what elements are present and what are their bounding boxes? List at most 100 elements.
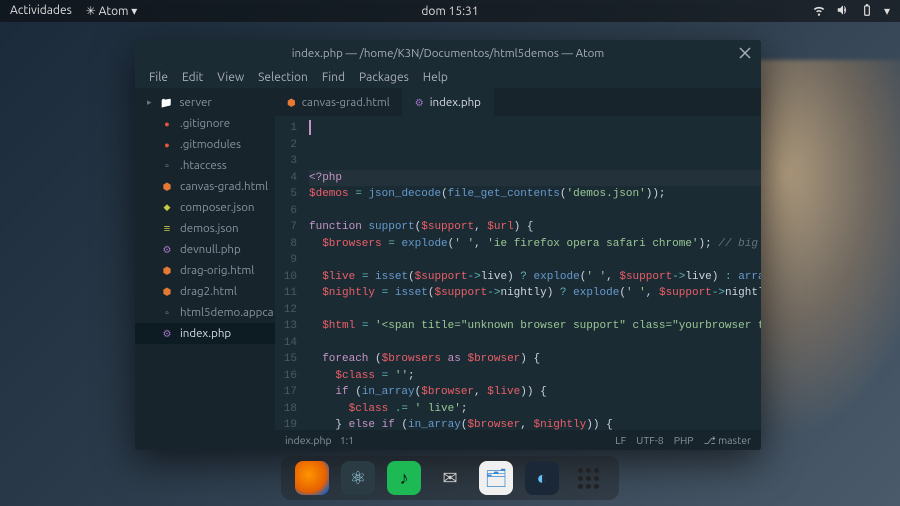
line-number: 18 [275, 401, 297, 418]
git-icon [161, 119, 173, 129]
chevron-right-icon: ▸ [147, 97, 152, 108]
status-git-branch[interactable]: ⎇ master [704, 434, 751, 447]
line-number: 12 [275, 302, 297, 319]
window-titlebar[interactable]: index.php — /home/K3N/Documentos/html5de… [135, 40, 761, 66]
php-icon [161, 328, 173, 340]
tree-file-label: .gitmodules [180, 138, 241, 151]
dock-atom[interactable]: ⚛ [341, 461, 375, 495]
line-number: 5 [275, 186, 297, 203]
code-line: function support($support, $url) { [309, 219, 761, 236]
code-line: <?php [309, 170, 761, 187]
tab-label: canvas-grad.html [302, 96, 390, 109]
tree-file-label: .htaccess [180, 159, 227, 172]
status-cursor-position[interactable]: 1:1 [340, 434, 354, 446]
line-number: 6 [275, 203, 297, 220]
tree-folder-label: server [180, 96, 212, 109]
file-tree[interactable]: ▸ server .gitignore .gitmodules .htaccess c… [135, 88, 275, 450]
clock[interactable]: dom 15:31 [421, 5, 478, 18]
git-icon [161, 140, 173, 150]
line-number: 16 [275, 368, 297, 385]
tree-file[interactable]: composer.json [135, 197, 275, 218]
code-line: $demos = json_decode(file_get_contents('… [309, 186, 761, 203]
atom-window: index.php — /home/K3N/Documentos/html5de… [135, 40, 761, 450]
code-line [309, 335, 761, 352]
dock-thunderbird[interactable]: ✉ [433, 461, 467, 495]
shield-icon [161, 202, 173, 213]
line-number: 13 [275, 318, 297, 335]
wifi-icon[interactable] [812, 3, 826, 20]
tree-file[interactable]: drag-orig.html [135, 260, 275, 281]
line-number: 14 [275, 335, 297, 352]
line-number: 4 [275, 170, 297, 187]
menu-selection[interactable]: Selection [252, 69, 314, 86]
window-title: index.php — /home/K3N/Documentos/html5de… [292, 47, 604, 60]
dock-spotify[interactable]: ♪ [387, 461, 421, 495]
code-line: $browsers = explode(' ', 'ie firefox ope… [309, 236, 761, 253]
tree-root-folder[interactable]: ▸ server [135, 92, 275, 113]
code-line: } else if (in_array($browser, $nightly))… [309, 417, 761, 430]
menubar: FileEditViewSelectionFindPackagesHelp [135, 66, 761, 88]
status-bar: index.php 1:1 LF UTF-8 PHP ⎇ master [275, 430, 761, 450]
editor-tab[interactable]: index.php [403, 88, 494, 116]
tree-file-label: devnull.php [180, 243, 241, 256]
menu-help[interactable]: Help [417, 69, 454, 86]
status-file[interactable]: index.php [285, 434, 332, 446]
menu-find[interactable]: Find [316, 69, 351, 86]
code-line: if (in_array($browser, $live)) { [309, 384, 761, 401]
code-editor[interactable]: 12345678910111213141516171819202122 <?ph… [275, 116, 761, 430]
code-line: $nightly = isset($support->nightly) ? ex… [309, 285, 761, 302]
code-area[interactable]: <?php$demos = json_decode(file_get_conte… [303, 116, 761, 430]
dock: ⚛ ♪ ✉ 🗂 ◐ [281, 456, 619, 500]
line-number: 1 [275, 120, 297, 137]
editor-tab[interactable]: canvas-grad.html [275, 88, 403, 116]
window-close-button[interactable] [737, 45, 753, 61]
tree-file[interactable]: .gitignore [135, 113, 275, 134]
menu-edit[interactable]: Edit [176, 69, 209, 86]
file-icon [161, 160, 173, 172]
status-encoding[interactable]: UTF-8 [636, 434, 664, 447]
tree-file-label: composer.json [180, 201, 255, 214]
folder-icon [161, 97, 173, 109]
tree-file[interactable]: drag2.html [135, 281, 275, 302]
text-cursor [309, 120, 311, 135]
html-icon [287, 96, 296, 109]
code-line: $html = '<span title="unknown browser su… [309, 318, 761, 335]
status-eol[interactable]: LF [615, 434, 626, 447]
dock-steam[interactable]: ◐ [525, 461, 559, 495]
line-number: 19 [275, 417, 297, 430]
tree-file[interactable]: index.php [135, 323, 275, 344]
html-icon [161, 265, 173, 277]
code-line [309, 302, 761, 319]
status-language[interactable]: PHP [674, 434, 694, 447]
activities-button[interactable]: Actividades [10, 4, 72, 18]
html-icon [161, 286, 173, 298]
tab-label: index.php [430, 96, 481, 109]
tree-file-label: canvas-grad.html [180, 180, 268, 193]
app-indicator[interactable]: ✳ Atom ▾ [86, 4, 137, 18]
tree-file[interactable]: devnull.php [135, 239, 275, 260]
menu-packages[interactable]: Packages [353, 69, 415, 86]
battery-icon[interactable] [860, 3, 874, 20]
tree-file-label: demos.json [180, 222, 239, 235]
dock-apps[interactable] [571, 461, 605, 495]
tree-file[interactable]: .gitmodules [135, 134, 275, 155]
volume-icon[interactable] [836, 3, 850, 20]
line-gutter: 12345678910111213141516171819202122 [275, 116, 303, 430]
html-icon [161, 181, 173, 193]
tab-bar: canvas-grad.html index.php [275, 88, 761, 116]
tree-file[interactable]: .htaccess [135, 155, 275, 176]
line-number: 3 [275, 153, 297, 170]
json-icon [161, 223, 173, 235]
tree-file[interactable]: demos.json [135, 218, 275, 239]
line-number: 9 [275, 252, 297, 269]
menu-file[interactable]: File [143, 69, 174, 86]
php-icon [415, 96, 424, 109]
dock-files[interactable]: 🗂 [479, 461, 513, 495]
system-menu-chevron-icon[interactable]: ▾ [884, 4, 890, 18]
tree-file[interactable]: canvas-grad.html [135, 176, 275, 197]
tree-file[interactable]: html5demo.appca [135, 302, 275, 323]
dock-firefox[interactable] [295, 461, 329, 495]
line-number: 8 [275, 236, 297, 253]
menu-view[interactable]: View [211, 69, 250, 86]
code-line [309, 203, 761, 220]
